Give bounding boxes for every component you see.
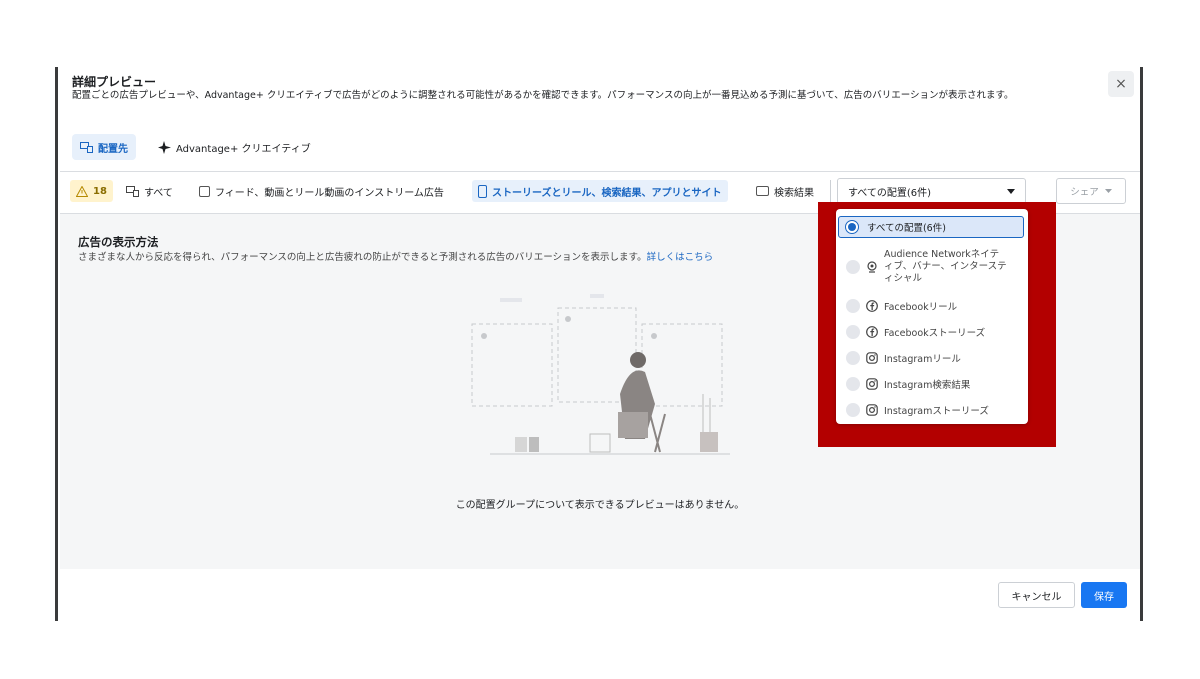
option-label: Instagram検索結果 <box>884 380 971 391</box>
close-button[interactable]: × <box>1108 71 1134 97</box>
instagram-icon <box>866 352 878 364</box>
placement-icon <box>80 141 93 153</box>
option-label: Facebookストーリーズ <box>884 328 986 339</box>
save-button[interactable]: 保存 <box>1081 582 1127 608</box>
dialog-description: 配置ごとの広告プレビューや、Advantage+ クリエイティブで広告がどのよう… <box>72 90 1014 101</box>
filter-search[interactable]: 検索結果 <box>750 180 820 202</box>
filter-search-label: 検索結果 <box>774 187 814 199</box>
divider <box>60 171 1140 172</box>
dropdown-option-instagram-reels[interactable]: Instagramリール <box>838 347 1024 369</box>
tab-placement[interactable]: 配置先 <box>72 134 136 160</box>
placement-select[interactable]: すべての配置(6件) <box>837 178 1026 204</box>
dropdown-option-audience-network[interactable]: Audience Networkネイティブ、バナー、インタースティシャル <box>838 244 1024 290</box>
share-button[interactable]: シェア <box>1056 178 1126 204</box>
placement-icon <box>126 185 139 197</box>
toolbar-divider <box>830 180 831 204</box>
feed-icon <box>199 185 210 197</box>
option-label: Audience Networkネイティブ、バナー、インタースティシャル <box>884 249 1007 284</box>
tab-advantage-creative[interactable]: Advantage+ クリエイティブ <box>150 134 319 160</box>
dropdown-option-facebook-stories[interactable]: Facebookストーリーズ <box>838 321 1024 343</box>
option-label: Facebookリール <box>884 302 958 313</box>
filter-feed[interactable]: フィード、動画とリール動画のインストリーム広告 <box>193 180 450 202</box>
empty-state-illustration <box>471 294 730 455</box>
option-label: すべての配置(6件) <box>867 223 946 234</box>
dropdown-option-instagram-search[interactable]: Instagram検索結果 <box>838 373 1024 395</box>
audience-network-icon <box>867 261 877 273</box>
tab-advantage-label: Advantage+ クリエイティブ <box>176 143 311 155</box>
option-label: Instagramリール <box>884 354 961 365</box>
radio-icon <box>846 325 860 339</box>
search-results-icon <box>756 186 769 196</box>
subtext-body: さまざまな人から反応を得られ、パフォーマンスの向上と広告疲れの防止ができると予測… <box>78 252 647 263</box>
dropdown-option-all[interactable]: すべての配置(6件) <box>838 216 1024 238</box>
section-heading: 広告の表示方法 <box>78 235 159 249</box>
caret-down-icon <box>1104 189 1112 193</box>
radio-selected-icon <box>845 220 859 234</box>
instagram-icon <box>866 378 878 390</box>
right-border <box>1140 67 1143 621</box>
section-subtext: さまざまな人から反応を得られ、パフォーマンスの向上と広告疲れの防止ができると予測… <box>78 249 713 263</box>
facebook-icon <box>866 326 878 338</box>
stories-icon <box>478 184 487 198</box>
left-border <box>55 67 58 621</box>
caret-down-icon <box>1007 188 1015 194</box>
filter-feed-label: フィード、動画とリール動画のインストリーム広告 <box>215 187 444 199</box>
option-label: Instagramストーリーズ <box>884 406 989 417</box>
filter-stories-label: ストーリーズとリール、検索結果、アプリとサイト <box>492 187 722 199</box>
filter-stories[interactable]: ストーリーズとリール、検索結果、アプリとサイト <box>472 180 728 202</box>
radio-icon <box>846 260 860 274</box>
filter-all-label: すべて <box>144 187 173 199</box>
dialog-title: 詳細プレビュー <box>72 75 157 89</box>
facebook-icon <box>866 300 878 312</box>
dropdown-option-facebook-reels[interactable]: Facebookリール <box>838 295 1024 317</box>
empty-state-message: この配置グループについて表示できるプレビューはありません。 <box>455 500 745 511</box>
learn-more-link[interactable]: 詳しくはこちら <box>647 252 714 263</box>
dropdown-option-instagram-stories[interactable]: Instagramストーリーズ <box>838 399 1024 421</box>
warning-icon <box>76 185 88 197</box>
instagram-icon <box>866 404 878 416</box>
radio-icon <box>846 377 860 391</box>
close-icon: × <box>1115 76 1127 92</box>
placement-select-value: すべての配置(6件) <box>848 187 932 199</box>
warning-count: 18 <box>93 185 107 197</box>
radio-icon <box>846 299 860 313</box>
filter-all[interactable]: すべて <box>120 180 179 202</box>
tab-placement-label: 配置先 <box>98 143 128 155</box>
warning-badge[interactable]: 18 <box>70 180 113 202</box>
placement-dropdown-menu: すべての配置(6件) Audience Networkネイティブ、バナー、インタ… <box>836 209 1028 424</box>
cancel-button[interactable]: キャンセル <box>998 582 1075 608</box>
radio-icon <box>846 403 860 417</box>
radio-icon <box>846 351 860 365</box>
sparkle-icon <box>158 140 171 154</box>
share-label: シェア <box>1070 187 1099 198</box>
